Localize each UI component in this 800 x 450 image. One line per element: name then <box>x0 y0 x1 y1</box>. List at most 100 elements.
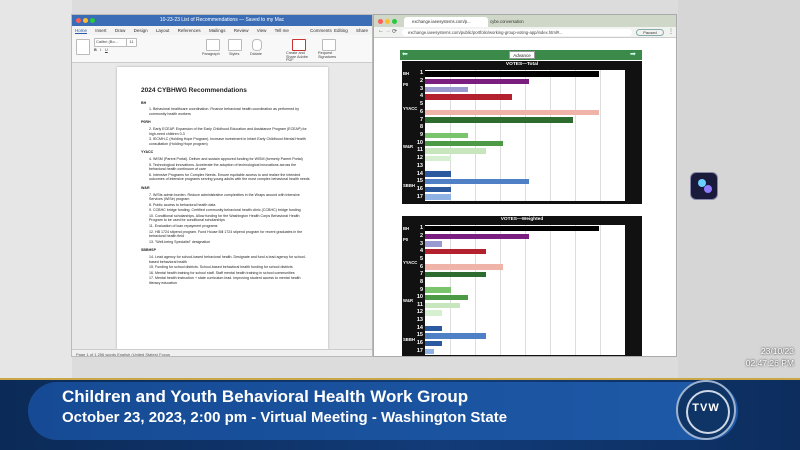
dictate-label: Dictate <box>250 52 262 56</box>
row-number-label: 11 <box>417 301 423 308</box>
row-number-label: 10 <box>416 139 423 146</box>
document-title: 10-23-23 List of Recommendations — Saved… <box>159 17 285 23</box>
voting-app-bar: ⬅ Advance ➡ <box>400 50 642 60</box>
row-number-label: 9 <box>419 132 423 138</box>
tab-layout[interactable]: Layout <box>156 28 170 33</box>
recommendation-item: 13. "Well-being Specialist" designation <box>149 239 211 244</box>
address-bar[interactable]: exchange.iaeesystems.com/public/portfoli… <box>402 29 632 36</box>
word-window: 10-23-23 List of Recommendations — Saved… <box>71 14 373 357</box>
underline-button[interactable]: U <box>105 48 108 52</box>
recommendation-item: 10. Conditional scholarships. Allow fund… <box>149 213 300 223</box>
vote-bar <box>425 171 452 177</box>
row-number-label: 2 <box>419 78 423 85</box>
row-number-label: 2 <box>419 232 423 239</box>
signature-icon[interactable] <box>322 39 336 51</box>
paused-badge[interactable]: Paused <box>636 29 664 36</box>
row-number-label: 12 <box>416 309 423 316</box>
forward-icon[interactable]: → <box>385 28 391 34</box>
zoom-window-button[interactable] <box>90 18 95 23</box>
row-number-label: 4 <box>419 93 423 100</box>
section-heading: BH <box>141 100 147 105</box>
tab-insert[interactable]: Insert <box>95 28 106 33</box>
vote-bar <box>425 186 452 193</box>
document-page[interactable]: 2024 CYBHWG Recommendations BH 1. Behavio… <box>117 67 328 349</box>
chart-title: VOTES—Weighted <box>500 217 544 222</box>
reload-icon[interactable]: ⟳ <box>392 28 397 35</box>
row-number-label: 11 <box>417 147 423 154</box>
editing-button[interactable]: Editing <box>334 26 348 35</box>
gridline <box>500 225 501 355</box>
close-browser-button[interactable] <box>378 19 383 24</box>
tab-mailings[interactable]: Mailings <box>209 28 226 33</box>
kebab-menu-icon[interactable]: ⋮ <box>668 28 674 35</box>
group-label: BH <box>403 225 410 231</box>
row-number-label: 17 <box>416 347 423 354</box>
tvw-logo: TVW <box>676 380 736 440</box>
bold-button[interactable]: B <box>94 48 97 52</box>
vote-bar <box>425 249 486 255</box>
document-body: BH 1. Behavioral healthcare coordination.… <box>141 101 312 286</box>
gridline <box>600 70 601 201</box>
vote-bar <box>425 194 452 200</box>
group-label: W&R <box>403 144 414 150</box>
font-size-select[interactable]: 11 <box>126 38 137 47</box>
chart-plot-area <box>425 70 625 201</box>
zoom-browser-button[interactable] <box>392 19 397 24</box>
back-icon[interactable]: ← <box>378 28 384 34</box>
recommendation-item: 8. Public access to behavioral health da… <box>149 202 216 207</box>
paragraph-icon[interactable] <box>206 39 220 51</box>
styles-label: Styles <box>229 52 240 56</box>
browser-window: exchange.iaeesystems.com/p... cybe.conve… <box>373 14 677 357</box>
browser-toolbar: ← → ⟳ exchange.iaeesystems.com/public/po… <box>374 27 676 38</box>
row-number-label: 9 <box>419 286 423 293</box>
italic-button[interactable]: I <box>100 48 101 52</box>
vote-bar <box>425 140 504 146</box>
gridline <box>600 225 601 355</box>
styles-icon[interactable] <box>228 39 242 51</box>
paragraph-label: Paragraph <box>202 52 220 56</box>
row-number-label: 3 <box>419 240 423 247</box>
tab-design[interactable]: Design <box>134 28 148 33</box>
paste-button[interactable] <box>76 39 90 55</box>
tab-draw[interactable]: Draw <box>115 28 126 33</box>
share-button[interactable]: Share <box>356 26 368 35</box>
minimize-window-button[interactable] <box>83 18 88 23</box>
vote-bar <box>425 78 530 85</box>
group-label: W&R <box>403 298 414 304</box>
browser-tab-strip: exchange.iaeesystems.com/p... cybe.conve… <box>374 15 676 27</box>
section-heading: YYACC <box>141 150 154 155</box>
row-number-label: 14 <box>416 170 423 177</box>
tell-me-search[interactable]: Tell me <box>275 28 289 33</box>
adobe-pdf-icon[interactable] <box>292 39 306 51</box>
forward-arrow-icon[interactable]: ➡ <box>630 50 636 59</box>
tab-home[interactable]: Home <box>75 28 88 34</box>
microphone-icon[interactable] <box>252 39 262 51</box>
row-number-label: 17 <box>416 193 423 200</box>
close-window-button[interactable] <box>76 18 81 23</box>
recommendation-item: 16. Mental health training for school st… <box>149 270 295 275</box>
row-number-label: 10 <box>416 294 423 301</box>
vote-bar <box>425 333 486 339</box>
recommendation-item: 5. Technological innovations. Accelerate… <box>149 162 297 172</box>
comments-button[interactable]: Comments <box>310 26 332 35</box>
row-number-label: 14 <box>416 324 423 331</box>
group-label: YYACC <box>403 260 418 266</box>
minimize-browser-button[interactable] <box>385 19 390 24</box>
meeting-app-icon[interactable] <box>690 172 718 200</box>
browser-tab-conversation[interactable]: cybe.conversation <box>482 17 550 27</box>
desktop-left-area <box>0 0 72 378</box>
browser-tab-voting-app[interactable]: exchange.iaeesystems.com/p... <box>404 17 488 27</box>
group-label: BH <box>403 70 410 76</box>
tab-review[interactable]: Review <box>234 28 249 33</box>
chart-plot-area <box>425 225 625 355</box>
font-family-select[interactable]: Calibri (Bo... <box>94 38 127 47</box>
tab-references[interactable]: References <box>178 28 201 33</box>
group-label: SBBH <box>403 336 415 342</box>
vote-bar <box>425 179 530 185</box>
vote-bar <box>425 310 443 316</box>
advance-button[interactable]: Advance <box>509 51 535 59</box>
vote-bar <box>425 109 599 116</box>
back-arrow-icon[interactable]: ⬅ <box>402 50 408 59</box>
tab-view[interactable]: View <box>257 28 267 33</box>
section-heading: P0RH <box>141 120 151 125</box>
